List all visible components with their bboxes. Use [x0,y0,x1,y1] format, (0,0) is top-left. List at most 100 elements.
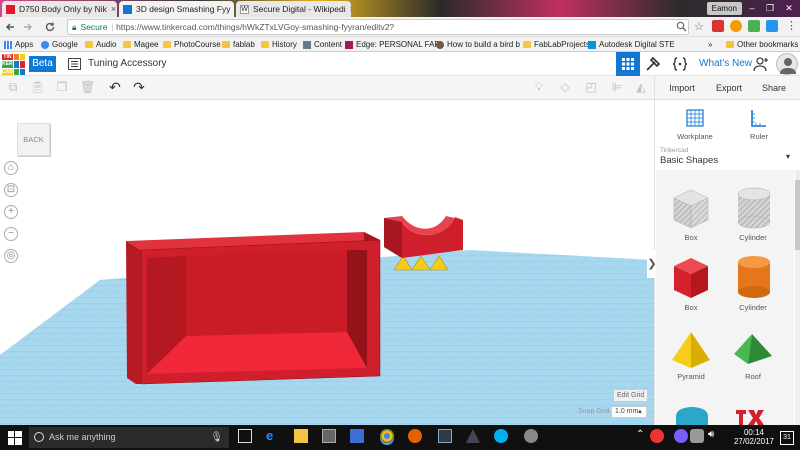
app-icon[interactable] [524,429,538,443]
undo-icon[interactable]: ↶ [108,80,122,94]
bookmark-fablab[interactable]: fablab [222,38,255,51]
tab-close-icon[interactable]: × [231,4,235,14]
bookmark-fablabprojects[interactable]: FabLabProjects [523,38,590,51]
extension-icon[interactable] [712,20,724,32]
bookmark-photocourse[interactable]: PhotoCourse [163,38,221,51]
share-button[interactable]: Share [754,80,794,96]
back-view-cube[interactable]: BACK [17,123,50,156]
browser-tab-d750[interactable]: D750 Body Only by Nik × [2,1,117,17]
bookmark-autodesk[interactable]: Autodesk Digital STE [588,38,675,51]
ruler-icon[interactable] [750,108,768,128]
bookmark-star-icon[interactable]: ☆ [694,20,704,33]
file-explorer-icon[interactable] [294,429,308,443]
battery-icon[interactable] [690,429,704,443]
snap-grid-select[interactable]: 1.0 mm ▲ [611,406,647,418]
minimize-icon[interactable]: – [744,1,760,15]
zoom-search-icon[interactable] [676,21,687,32]
library-select[interactable]: Basic Shapes [660,155,718,166]
add-user-icon[interactable] [752,55,770,73]
tab-close-icon[interactable]: × [346,4,351,14]
codeblocks-icon[interactable] [671,55,689,73]
tray-app-icon[interactable] [650,429,664,443]
zoom-out-icon[interactable]: − [4,227,18,241]
extension-icon[interactable] [748,20,760,32]
shape-text[interactable] [734,404,774,425]
tray-app-icon[interactable] [674,429,688,443]
bookmarks-overflow-icon[interactable]: » [708,38,712,51]
firefox-icon[interactable] [408,429,422,443]
bookmark-edge[interactable]: Edge: PERSONAL FAR [345,38,440,51]
maximize-icon[interactable]: ❐ [762,1,778,15]
panel-scrollbar[interactable] [795,170,800,425]
shape-box[interactable] [670,254,712,300]
url-field[interactable]: 🔒︎ Secure | https://www.tinkercad.com/thin… [67,19,689,35]
extension-icon[interactable] [766,20,778,32]
shape-pyramid[interactable] [670,330,712,370]
scrollbar-thumb[interactable] [795,180,800,250]
group-icon[interactable]: ◰ [584,80,598,94]
avatar[interactable] [776,53,798,75]
bookmark-other[interactable]: Other bookmarks [726,38,798,51]
design-title[interactable]: Tuning Accessory [88,58,167,69]
chrome-menu-icon[interactable]: ⋮ [786,19,797,32]
browser-tab-tinkercad[interactable]: 3D design Smashing Fyy × [119,1,234,17]
workplane-canvas[interactable] [0,100,654,425]
shape-box-hole[interactable] [670,186,712,230]
shape-cylinder-hole[interactable] [734,186,774,230]
shape-cylinder[interactable] [734,254,774,300]
bookmark-google[interactable]: Google [41,38,78,51]
calculator-icon[interactable] [322,429,336,443]
export-button[interactable]: Export [709,80,749,96]
tray-expand-icon[interactable]: ⌃ [636,429,650,443]
bookmark-magee[interactable]: Magee [123,38,158,51]
red-open-box-shape[interactable] [126,232,381,385]
light-bulb-icon[interactable]: 💡︎ [532,80,546,94]
ruler-button[interactable]: Ruler [734,132,784,141]
chrome-taskbar-icon[interactable] [380,429,394,443]
library-caret-icon[interactable]: ▾ [786,152,790,161]
fit-view-icon[interactable]: ⊡ [4,183,18,197]
bookmark-apps[interactable]: Apps [4,38,33,51]
edge-browser-icon[interactable]: e [266,429,280,443]
forward-arrow-icon[interactable] [22,21,34,33]
redo-icon[interactable]: ↷ [132,80,146,94]
cortana-search-input[interactable]: Ask me anything 🎙︎ [29,427,229,448]
tab-close-icon[interactable]: × [107,4,116,14]
workplane-button[interactable]: Workplane [670,132,720,141]
shape-note-icon[interactable]: ◇ [558,80,572,94]
tinkercad-logo[interactable]: TIN KER CAD [2,54,25,75]
zoom-in-icon[interactable]: + [4,205,18,219]
windows-start-icon[interactable] [8,431,22,445]
microphone-icon[interactable]: 🎙︎ [210,427,223,448]
delete-icon[interactable]: 🗑︎ [80,80,95,94]
3d-view-button[interactable] [616,52,640,76]
shape-round-roof[interactable] [672,400,712,425]
workplane-icon[interactable] [685,108,705,128]
yellow-support-shapes[interactable] [393,255,449,271]
duplicate-icon[interactable]: ❐ [55,80,69,94]
copy-icon[interactable]: ⧉ [6,80,20,94]
extension-icon[interactable] [730,20,742,32]
store-icon[interactable] [350,429,364,443]
home-view-icon[interactable]: ⌂ [4,161,18,175]
design-list-icon[interactable] [68,58,81,70]
align-icon[interactable]: ⊫ [610,80,624,94]
import-button[interactable]: Import [662,80,702,96]
edit-grid-button[interactable]: Edit Grid [614,390,648,401]
chrome-user-chip[interactable]: Eamon [706,2,742,15]
lightroom-icon[interactable] [438,429,452,443]
whats-new-link[interactable]: What's New [699,58,752,69]
bookmark-content[interactable]: Content [303,38,342,51]
browser-tab-wikipedia[interactable]: W Secure Digital - Wikipedi × [236,1,351,17]
blocks-tools-icon[interactable] [645,56,663,72]
notification-center-icon[interactable]: 31 [780,431,794,445]
paste-icon[interactable]: 📋︎ [30,80,45,94]
skype-icon[interactable] [494,429,508,443]
bookmark-history[interactable]: History [261,38,297,51]
bookmark-audio[interactable]: Audio [85,38,116,51]
close-window-icon[interactable]: ✕ [781,1,797,15]
volume-icon[interactable]: 🔊︎ [708,429,722,443]
back-arrow-icon[interactable] [4,21,16,33]
reload-icon[interactable] [44,21,56,33]
workplane-scene[interactable] [0,100,654,425]
